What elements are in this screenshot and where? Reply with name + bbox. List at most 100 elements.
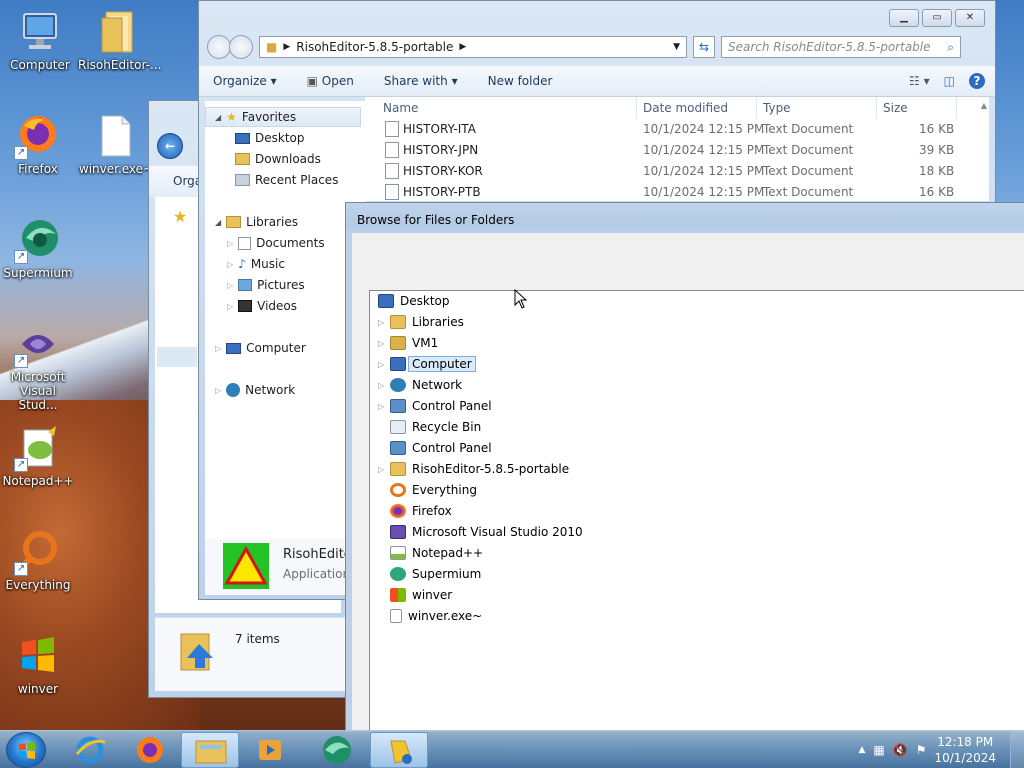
column-name[interactable]: Name — [377, 97, 637, 119]
desktop-icon-firefox[interactable]: ↗ Firefox — [0, 112, 76, 176]
column-type[interactable]: Type — [757, 97, 877, 119]
search-input[interactable]: Search RisohEditor-5.8.5-portable ⌕ — [721, 36, 961, 58]
nav-music[interactable]: ▷ ♪ Music — [227, 257, 285, 271]
recent-places-icon — [235, 174, 250, 186]
navigation-pane: ◢ ★ Favorites Desktop Downloads Recent Pla… — [205, 101, 365, 593]
everything-icon: ↗ — [14, 528, 62, 576]
minimize-button[interactable]: ▁ — [889, 9, 919, 27]
start-button[interactable] — [6, 732, 46, 768]
desktop-icon-computer[interactable]: Computer — [2, 8, 78, 72]
nav-desktop[interactable]: Desktop — [235, 131, 305, 145]
desktop-icon-notepadpp[interactable]: ↗ Notepad++ — [0, 424, 76, 488]
scroll-up-icon[interactable]: ▲ — [981, 101, 987, 110]
desktop-icon-label: Everything — [5, 578, 71, 592]
share-with-button[interactable]: Share with ▾ — [384, 74, 458, 88]
control-panel-icon — [390, 399, 406, 413]
clock[interactable]: 12:18 PM 10/1/2024 — [934, 734, 996, 766]
view-options-icon[interactable]: ☷ ▾ — [909, 74, 930, 88]
nav-downloads[interactable]: Downloads — [235, 152, 321, 166]
user-folder-icon — [390, 336, 406, 350]
organize-button[interactable]: Organize ▾ — [213, 74, 277, 88]
open-button[interactable]: ▣ Open — [307, 74, 354, 88]
taskbar-firefox[interactable] — [121, 732, 179, 768]
forward-button[interactable] — [229, 35, 253, 59]
desktop-icon-visual-studio[interactable]: ↗ Microsoft Visual Stud... — [0, 320, 76, 412]
nav-documents[interactable]: ▷ Documents — [227, 236, 325, 250]
navigation-bar: ■ ▶ RisohEditor-5.8.5-portable ▶ ▼ ⇆ Sea… — [207, 35, 987, 59]
refresh-button[interactable]: ⇆ — [693, 36, 715, 58]
shortcut-arrow-icon: ↗ — [14, 146, 28, 160]
tree-item-firefox[interactable]: Firefox — [378, 501, 452, 521]
nav-computer[interactable]: ▷ Computer — [215, 341, 306, 355]
network-status-icon[interactable]: ▦ — [873, 743, 884, 757]
desktop-icon-everything[interactable]: ↗ Everything — [0, 528, 76, 592]
table-row[interactable]: HISTORY-ITA 10/1/2024 12:15 PM Text Docu… — [365, 119, 989, 140]
tree-item-supermium[interactable]: Supermium — [378, 564, 481, 584]
maximize-button[interactable]: ▭ — [922, 9, 952, 27]
taskbar-media-player[interactable] — [241, 732, 299, 768]
expand-arrow-icon[interactable]: ▷ — [378, 360, 390, 369]
desktop-icon-supermium[interactable]: ↗ Supermium — [0, 216, 76, 280]
text-file-icon — [385, 142, 399, 158]
desktop-icon-risoheditor-folder[interactable]: RisohEditor-... — [78, 8, 161, 72]
network-icon — [390, 378, 406, 392]
back-arrow-icon[interactable]: ← — [157, 133, 183, 159]
expand-arrow-icon[interactable]: ▷ — [378, 465, 390, 474]
desktop-icon-winver[interactable]: winver — [0, 632, 76, 696]
mouse-cursor-icon — [514, 289, 528, 309]
expand-arrow-icon[interactable]: ▷ — [378, 381, 390, 390]
back-nav-selected-row[interactable] — [157, 347, 197, 367]
desktop-icon-label: winver — [17, 682, 59, 696]
pictures-icon — [238, 279, 253, 291]
desktop-icon-winver-exe[interactable]: winver.exe~ — [78, 112, 154, 176]
tree-item-winver[interactable]: winver — [378, 585, 452, 605]
nav-favorites[interactable]: ◢ ★ Favorites — [215, 110, 296, 124]
tree-item-control-panel-2[interactable]: Control Panel — [378, 438, 492, 458]
new-folder-button[interactable]: New folder — [488, 74, 553, 88]
address-bar[interactable]: ■ ▶ RisohEditor-5.8.5-portable ▶ ▼ — [259, 36, 687, 58]
tree-item-recycle-bin[interactable]: Recycle Bin — [378, 417, 481, 437]
browse-dialog[interactable]: Browse for Files or Folders Desktop ▷ Li… — [345, 202, 1024, 732]
column-date-modified[interactable]: Date modified — [637, 97, 757, 119]
tree-item-notepadpp[interactable]: Notepad++ — [378, 543, 483, 563]
tree-item-desktop[interactable]: Desktop — [378, 291, 450, 311]
expand-arrow-icon[interactable]: ▷ — [378, 339, 390, 348]
table-row[interactable]: HISTORY-JPN 10/1/2024 12:15 PM Text Docu… — [365, 140, 989, 161]
back-button[interactable] — [207, 35, 231, 59]
taskbar-supermium[interactable] — [307, 732, 365, 768]
nav-pictures[interactable]: ▷ Pictures — [227, 278, 305, 292]
nav-videos[interactable]: ▷ Videos — [227, 299, 297, 313]
show-desktop-button[interactable] — [1010, 731, 1024, 768]
tree-item-network[interactable]: ▷ Network — [378, 375, 462, 395]
desktop-icon-label: Firefox — [18, 162, 58, 176]
preview-pane-icon[interactable]: ◫ — [944, 74, 955, 88]
expand-arrow-icon[interactable]: ▷ — [378, 318, 390, 327]
internet-explorer-icon — [75, 736, 106, 764]
tree-item-control-panel[interactable]: ▷ Control Panel — [378, 396, 492, 416]
tree-item-vm1[interactable]: ▷ VM1 — [378, 333, 438, 353]
nav-network[interactable]: ▷ Network — [215, 383, 295, 397]
documents-icon — [238, 236, 252, 250]
table-row[interactable]: HISTORY-KOR 10/1/2024 12:15 PM Text Docu… — [365, 161, 989, 182]
table-row[interactable]: HISTORY-PTB 10/1/2024 12:15 PM Text Docu… — [365, 182, 989, 203]
tree-item-risoheditor-folder[interactable]: ▷ RisohEditor-5.8.5-portable — [378, 459, 569, 479]
column-size[interactable]: Size — [877, 97, 957, 119]
chevron-down-icon[interactable]: ▼ — [673, 42, 680, 52]
folder-tree[interactable]: Desktop ▷ Libraries ▷ VM1 ▷ Computer ▷ N… — [369, 290, 1024, 731]
nav-recent-places[interactable]: Recent Places — [235, 173, 338, 187]
tree-item-everything[interactable]: Everything — [378, 480, 477, 500]
tree-item-computer[interactable]: ▷ Computer — [378, 354, 476, 374]
tree-item-visual-studio[interactable]: Microsoft Visual Studio 2010 — [378, 522, 583, 542]
taskbar-explorer[interactable] — [181, 732, 239, 768]
taskbar-risoheditor[interactable] — [370, 732, 428, 768]
tree-item-libraries[interactable]: ▷ Libraries — [378, 312, 464, 332]
expand-arrow-icon[interactable]: ▷ — [378, 402, 390, 411]
help-icon[interactable]: ? — [969, 73, 985, 89]
close-button[interactable]: ✕ — [955, 9, 985, 27]
taskbar-internet-explorer[interactable] — [61, 732, 119, 768]
action-center-flag-icon[interactable]: ⚑ — [916, 743, 927, 757]
tree-item-winver-exe[interactable]: winver.exe~ — [378, 606, 482, 626]
nav-libraries[interactable]: ◢ Libraries — [215, 215, 298, 229]
volume-muted-icon[interactable]: 🔇 — [893, 743, 908, 757]
show-hidden-icons-icon[interactable]: ▲ — [858, 745, 865, 755]
